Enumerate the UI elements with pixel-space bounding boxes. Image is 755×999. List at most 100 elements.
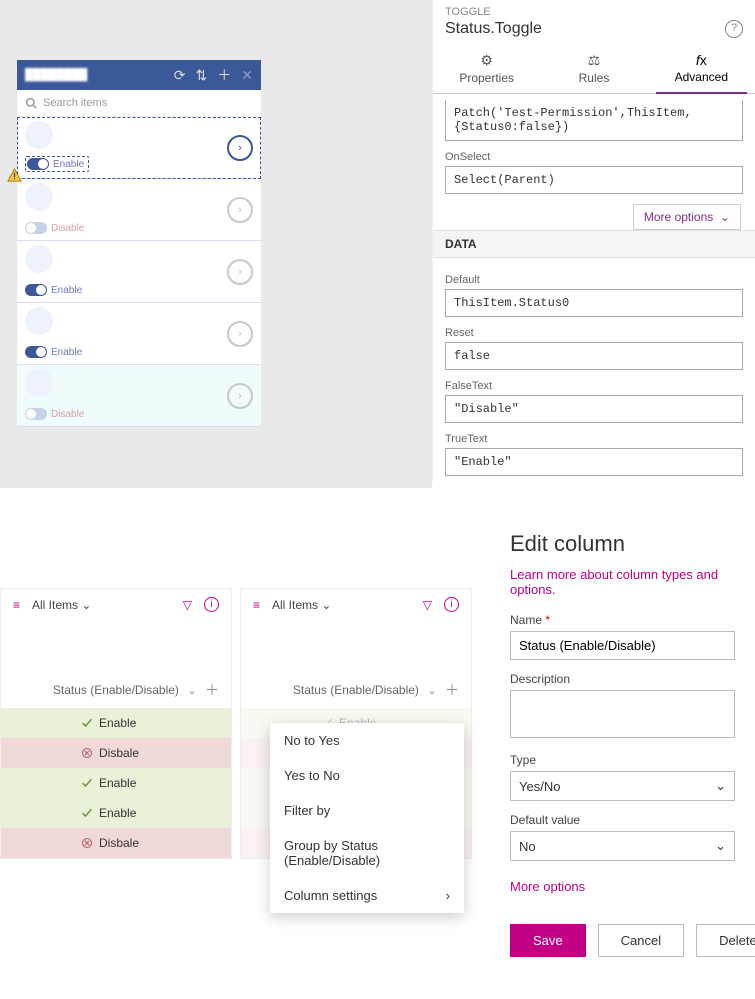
filter-icon[interactable]: ▽ [183, 598, 192, 612]
properties-pane: TOGGLE Status.Toggle ? ⚙Properties ⚖Rule… [432, 0, 755, 482]
status-toggle[interactable]: Enable [25, 284, 82, 296]
column-header[interactable]: Status (Enable/Disable)⌄＋ [1, 620, 231, 708]
warning-icon [7, 168, 22, 183]
toggle-label: Disable [51, 223, 84, 234]
close-icon[interactable]: ✕ [241, 67, 253, 84]
cell-value: Disbale [99, 746, 139, 760]
edit-column-panel: Edit column Learn more about column type… [490, 523, 755, 977]
gallery-row[interactable]: › Enable [17, 241, 261, 303]
toggle-label: Disable [51, 409, 84, 420]
falsetext-label: FalseText [445, 380, 743, 392]
toggle-label: Enable [51, 347, 82, 358]
description-input[interactable] [510, 690, 735, 738]
add-column-icon[interactable]: ＋ [205, 680, 219, 700]
onselect-label: OnSelect [445, 151, 743, 163]
cancel-button[interactable]: Cancel [598, 924, 684, 957]
list-row[interactable]: Disbale [1, 738, 231, 768]
more-options-button[interactable]: More options ⌄ [633, 204, 741, 230]
reset-input[interactable]: false [445, 342, 743, 370]
help-icon[interactable]: ? [725, 20, 743, 38]
gallery-row[interactable]: › Disable [17, 179, 261, 241]
gallery-row[interactable]: › Enable [17, 117, 261, 179]
falsetext-input[interactable]: "Disable" [445, 395, 743, 423]
name-label: Name [510, 613, 735, 627]
toggle-label: Enable [51, 285, 82, 296]
hamburger-icon[interactable]: ≡ [253, 598, 260, 612]
info-icon[interactable]: i [204, 597, 219, 612]
cell-value: Enable [99, 776, 136, 790]
menu-item[interactable]: Yes to No [270, 758, 464, 793]
menu-item[interactable]: Column settings› [270, 878, 464, 913]
search-box[interactable]: Search items [17, 90, 261, 117]
refresh-icon[interactable]: ⟳ [174, 67, 186, 84]
name-input[interactable] [510, 631, 735, 660]
list-row[interactable]: Enable [1, 708, 231, 738]
menu-item[interactable]: Filter by [270, 793, 464, 828]
toggle-label: Enable [53, 159, 84, 170]
data-section-header: DATA [433, 230, 755, 258]
avatar [25, 121, 53, 149]
search-placeholder: Search items [43, 97, 107, 109]
status-toggle[interactable]: Enable [25, 346, 82, 358]
check-icon [81, 717, 93, 729]
panel-title: Edit column [510, 531, 735, 557]
check-icon [81, 807, 93, 819]
status-toggle[interactable]: Disable [25, 408, 84, 420]
avatar [25, 183, 53, 211]
menu-item[interactable]: Group by Status (Enable/Disable) [270, 828, 464, 878]
column-header[interactable]: Status (Enable/Disable)⌄＋ [241, 620, 471, 708]
cross-icon [81, 747, 93, 759]
gallery-row[interactable]: › Enable [17, 303, 261, 365]
view-name[interactable]: All Items [272, 598, 318, 612]
status-toggle[interactable]: Disable [25, 222, 84, 234]
check-icon [81, 777, 93, 789]
add-column-icon[interactable]: ＋ [445, 680, 459, 700]
control-name: Status.Toggle [445, 20, 542, 37]
description-label: Description [510, 672, 735, 686]
info-icon[interactable]: i [444, 597, 459, 612]
onselect-input[interactable]: Select(Parent) [445, 166, 743, 194]
chevron-right-icon[interactable]: › [227, 259, 253, 285]
avatar [25, 369, 53, 397]
delete-button[interactable]: Delete [696, 924, 755, 957]
default-label: Default value [510, 813, 735, 827]
app-header: ████████ ⟳ ⇅ ＋ ✕ [17, 60, 261, 90]
gallery-row[interactable]: › Disable [17, 365, 261, 427]
add-icon[interactable]: ＋ [217, 65, 231, 85]
type-select[interactable]: Yes/No⌄ [510, 771, 735, 801]
cell-value: Enable [99, 806, 136, 820]
chevron-right-icon: › [446, 888, 450, 903]
tab-properties[interactable]: ⚙Properties [433, 46, 540, 93]
tab-rules[interactable]: ⚖Rules [540, 46, 647, 93]
truetext-input[interactable]: "Enable" [445, 448, 743, 476]
default-input[interactable]: ThisItem.Status0 [445, 289, 743, 317]
status-toggle[interactable]: Enable [25, 156, 89, 172]
menu-item[interactable]: No to Yes [270, 723, 464, 758]
list-row[interactable]: Disbale [1, 828, 231, 858]
list-row[interactable]: Enable [1, 798, 231, 828]
filter-icon[interactable]: ▽ [423, 598, 432, 612]
sp-list-left: ≡ All Items ⌄ ▽ i Status (Enable/Disable… [0, 588, 232, 859]
control-type: TOGGLE [433, 0, 755, 18]
view-name[interactable]: All Items [32, 598, 78, 612]
type-label: Type [510, 753, 735, 767]
hamburger-icon[interactable]: ≡ [13, 598, 20, 612]
avatar [25, 245, 53, 273]
learn-more-link[interactable]: Learn more about column types and option… [510, 567, 735, 597]
avatar [25, 307, 53, 335]
chevron-right-icon[interactable]: › [227, 135, 253, 161]
reset-label: Reset [445, 327, 743, 339]
tab-advanced[interactable]: fxAdvanced [648, 46, 755, 93]
app-title: ████████ [25, 69, 164, 81]
default-select[interactable]: No⌄ [510, 831, 735, 861]
cell-value: Disbale [99, 836, 139, 850]
more-options-link[interactable]: More options [510, 879, 735, 894]
list-row[interactable]: Enable [1, 768, 231, 798]
chevron-right-icon[interactable]: › [227, 197, 253, 223]
sort-icon[interactable]: ⇅ [196, 67, 208, 84]
chevron-right-icon[interactable]: › [227, 321, 253, 347]
save-button[interactable]: Save [510, 924, 586, 957]
formula-input[interactable]: Patch('Test-Permission',ThisItem,{Status… [445, 100, 743, 141]
truetext-label: TrueText [445, 433, 743, 445]
chevron-right-icon[interactable]: › [227, 383, 253, 409]
